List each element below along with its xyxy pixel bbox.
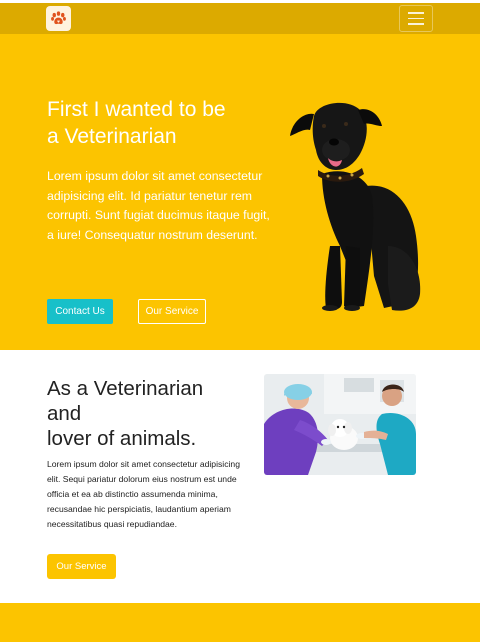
paw-logo[interactable] [46, 6, 71, 31]
black-dog-image [290, 102, 421, 311]
hero-title: First I wanted to be a Veterinarian [47, 96, 277, 150]
hero-title-line1: First I wanted to be [47, 98, 226, 121]
about-title-line2: and [47, 402, 82, 425]
footer-band [0, 603, 480, 642]
our-service-button[interactable]: Our Service [47, 554, 116, 579]
about-description: Lorem ipsum dolor sit amet consectetur a… [47, 459, 240, 529]
our-service-outline-button[interactable]: Our Service [138, 299, 206, 324]
hero-section: First I wanted to be a Veterinarian Lore… [0, 34, 480, 350]
paw-icon [51, 11, 66, 25]
menu-toggle-button[interactable] [399, 5, 433, 32]
hero-description: Lorem ipsum dolor sit amet consectetur a… [47, 169, 270, 242]
hero-title-line2: a Veterinarian [47, 125, 177, 148]
hamburger-menu-icon [408, 12, 424, 14]
about-title: As a Veterinarian and lover of animals. [47, 376, 267, 451]
hamburger-menu-icon-bar [408, 23, 424, 25]
contact-us-button[interactable]: Contact Us [47, 299, 113, 324]
vet-with-dog-photo [264, 374, 416, 475]
hamburger-menu-icon-bar [408, 17, 424, 20]
navbar [0, 3, 480, 34]
about-title-line3: lover of animals. [47, 427, 197, 450]
about-title-line1: As a Veterinarian [47, 377, 204, 400]
